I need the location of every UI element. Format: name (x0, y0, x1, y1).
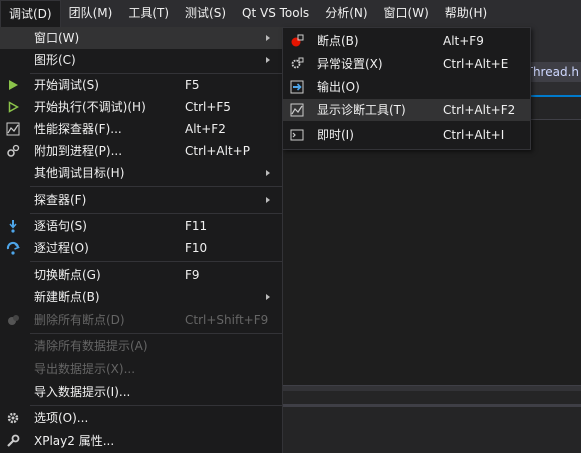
submenu-arrow-icon (266, 294, 270, 300)
menu-item-project-properties[interactable]: XPlay2 属性... (0, 430, 282, 452)
menu-qt-vs-tools[interactable]: Qt VS Tools (234, 0, 317, 27)
submenu-item-immediate[interactable]: 即时(I) Ctrl+Alt+I (283, 124, 530, 146)
menu-test[interactable]: 测试(S) (177, 0, 234, 27)
submenu-arrow-icon (266, 35, 270, 41)
menu-item-label: 输出(O) (317, 80, 360, 94)
menu-item-clear-all-datatips: 清除所有数据提示(A) (0, 335, 282, 357)
menu-item-step-over[interactable]: 逐过程(O) F10 (0, 237, 282, 259)
menu-item-label: 选项(O)... (34, 411, 89, 425)
submenu-item-output[interactable]: 输出(O) (283, 76, 530, 98)
menu-item-label: 切换断点(G) (34, 268, 101, 282)
menu-item-toggle-breakpoint[interactable]: 切换断点(G) F9 (0, 264, 282, 286)
menu-item-shortcut: Alt+F2 (185, 122, 226, 136)
menu-debug[interactable]: 调试(D) (0, 0, 61, 27)
submenu-item-breakpoints[interactable]: 断点(B) Alt+F9 (283, 30, 530, 52)
menu-item-start-without-debugging[interactable]: 开始执行(不调试)(H) Ctrl+F5 (0, 96, 282, 118)
submenu-arrow-icon (266, 197, 270, 203)
menu-item-label: 导出数据提示(X)... (34, 362, 136, 376)
menu-item-label: 即时(I) (317, 128, 354, 142)
output-icon (289, 79, 305, 95)
menu-separator (30, 261, 282, 262)
breakpoint-icon (289, 33, 305, 49)
menu-separator (30, 186, 282, 187)
performance-chart-icon (5, 121, 21, 137)
output-panel-header (283, 404, 581, 407)
menu-item-attach-to-process[interactable]: 附加到进程(P)... Ctrl+Alt+P (0, 140, 282, 162)
menu-item-label: 其他调试目标(H) (34, 166, 125, 180)
menu-item-label: XPlay2 属性... (34, 434, 115, 448)
menu-item-shortcut: F10 (185, 241, 208, 255)
menu-item-shortcut: F11 (185, 219, 208, 233)
menu-item-other-debug-targets[interactable]: 其他调试目标(H) (0, 162, 282, 184)
menu-item-label: 删除所有断点(D) (34, 313, 125, 327)
menu-item-label: 异常设置(X) (317, 57, 383, 71)
menu-item-export-datatips: 导出数据提示(X)... (0, 358, 282, 380)
immediate-window-icon (289, 127, 305, 143)
menu-item-step-into[interactable]: 逐语句(S) F11 (0, 215, 282, 237)
menu-item-label: 性能探查器(F)... (34, 122, 122, 136)
menu-separator (30, 333, 282, 334)
menu-item-label: 图形(C) (34, 53, 76, 67)
menu-item-shortcut: Ctrl+Alt+I (443, 128, 505, 142)
output-panel (283, 391, 581, 453)
play-outline-icon (5, 99, 21, 115)
menu-separator (30, 405, 282, 406)
exception-settings-icon (289, 56, 305, 72)
debug-dropdown-menu: 窗口(W) 图形(C) 开始调试(S) F5 开始执行(不调试)(H) Ctrl… (0, 27, 283, 453)
menu-item-label: 逐语句(S) (34, 219, 87, 233)
menu-bar: 调试(D) 团队(M) 工具(T) 测试(S) Qt VS Tools 分析(N… (0, 0, 581, 27)
menu-item-performance-profiler[interactable]: 性能探查器(F)... Alt+F2 (0, 118, 282, 140)
step-into-icon (5, 218, 21, 234)
menu-analyze[interactable]: 分析(N) (317, 0, 375, 27)
submenu-arrow-icon (266, 170, 270, 176)
menu-item-label: 开始执行(不调试)(H) (34, 100, 146, 114)
menu-window[interactable]: 窗口(W) (376, 0, 437, 27)
submenu-item-diagnostic-tools[interactable]: 显示诊断工具(T) Ctrl+Alt+F2 (283, 99, 530, 121)
submenu-item-exception-settings[interactable]: 异常设置(X) Ctrl+Alt+E (283, 53, 530, 75)
menu-item-delete-all-breakpoints: 删除所有断点(D) Ctrl+Shift+F9 (0, 309, 282, 331)
menu-item-shortcut: Ctrl+Alt+E (443, 57, 509, 71)
menu-item-shortcut: Ctrl+Alt+P (185, 144, 250, 158)
menu-item-shortcut: Alt+F9 (443, 34, 484, 48)
wrench-icon (5, 433, 21, 449)
menu-item-label: 探查器(F) (34, 193, 87, 207)
menu-item-profiler[interactable]: 探查器(F) (0, 189, 282, 211)
menu-item-shortcut: F9 (185, 268, 200, 282)
submenu-arrow-icon (266, 57, 270, 63)
gears-icon (5, 143, 21, 159)
menu-item-shortcut: Ctrl+F5 (185, 100, 231, 114)
menu-item-label: 附加到进程(P)... (34, 144, 123, 158)
menu-item-shortcut: Ctrl+Alt+F2 (443, 103, 516, 117)
menu-team[interactable]: 团队(M) (61, 0, 121, 27)
menu-item-shortcut: Ctrl+Shift+F9 (185, 313, 269, 327)
menu-separator (30, 213, 282, 214)
menu-item-window[interactable]: 窗口(W) (0, 27, 282, 49)
menu-item-label: 清除所有数据提示(A) (34, 339, 148, 353)
menu-item-label: 导入数据提示(I)... (34, 385, 131, 399)
menu-item-graphics[interactable]: 图形(C) (0, 49, 282, 71)
menu-item-label: 开始调试(S) (34, 78, 99, 92)
menu-item-label: 新建断点(B) (34, 290, 100, 304)
step-over-icon (5, 240, 21, 256)
delete-breakpoints-icon (5, 312, 21, 328)
menu-tools[interactable]: 工具(T) (120, 0, 177, 27)
menu-item-import-datatips[interactable]: 导入数据提示(I)... (0, 381, 282, 403)
menu-item-label: 显示诊断工具(T) (317, 103, 406, 117)
menu-item-shortcut: F5 (185, 78, 200, 92)
menu-item-label: 断点(B) (317, 34, 359, 48)
menu-item-new-breakpoint[interactable]: 新建断点(B) (0, 286, 282, 308)
menu-item-label: 逐过程(O) (34, 241, 89, 255)
play-icon (5, 77, 21, 93)
diagnostic-tools-icon (289, 102, 305, 118)
menu-item-start-debugging[interactable]: 开始调试(S) F5 (0, 74, 282, 96)
menu-item-label: 窗口(W) (34, 31, 80, 45)
menu-item-options[interactable]: 选项(O)... (0, 407, 282, 429)
window-submenu: 断点(B) Alt+F9 异常设置(X) Ctrl+Alt+E 输出(O) 显示… (282, 27, 531, 150)
editor-area[interactable] (283, 120, 581, 385)
menu-help[interactable]: 帮助(H) (437, 0, 495, 27)
gear-icon (5, 410, 21, 426)
